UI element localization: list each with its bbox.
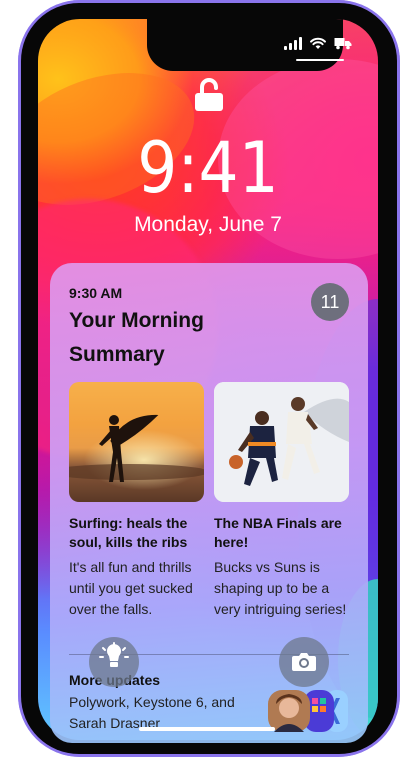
notification-title: Your Morning Summary	[69, 309, 204, 366]
flashlight-icon	[99, 642, 129, 667]
update-source-avatars	[268, 690, 348, 732]
truck-icon	[334, 38, 352, 50]
story-body: It's all fun and thrills until you get s…	[69, 559, 193, 617]
notification-count-badge[interactable]: 11	[311, 283, 349, 321]
lock-screen-date: Monday, June 7	[134, 213, 282, 236]
surfer-photo	[69, 382, 204, 502]
notification-time: 9:30 AM	[69, 285, 123, 301]
story-card-nba[interactable]: The NBA Finals are here! Bucks vs Suns i…	[214, 382, 349, 620]
control-center-indicator[interactable]	[296, 59, 344, 61]
basketball-players-photo	[214, 382, 349, 502]
camera-icon	[292, 653, 316, 671]
story-card-surfing[interactable]: Surfing: heals the soul, kills the ribs …	[69, 382, 204, 620]
signal-icon	[284, 36, 302, 50]
camera-button[interactable]	[279, 637, 329, 687]
story-headline: The NBA Finals are here!	[214, 515, 342, 550]
home-indicator[interactable]	[139, 727, 275, 731]
status-bar	[284, 34, 352, 50]
unlocked-padlock-icon	[195, 78, 223, 111]
flashlight-button[interactable]	[89, 637, 139, 687]
story-body: Bucks vs Suns is shaping up to be a very…	[214, 559, 347, 617]
wifi-icon	[310, 37, 326, 49]
story-headline: Surfing: heals the soul, kills the ribs	[69, 515, 188, 550]
lock-screen-time: 9:41	[137, 127, 279, 209]
